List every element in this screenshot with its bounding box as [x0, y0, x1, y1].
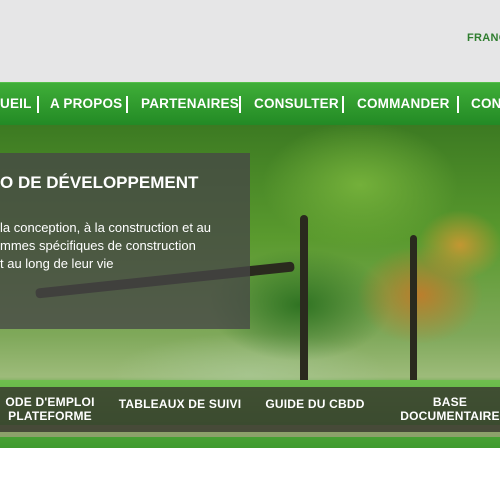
quick-link-label: GUIDE DU CBDD [265, 397, 365, 411]
quick-link-guide-cbdd[interactable]: GUIDE DU CBDD [260, 387, 370, 442]
hero-text-line: t au long de leur vie [0, 256, 114, 271]
nav-separator [37, 96, 39, 113]
quick-link-base-documentaire[interactable]: BASE DOCUMENTAIRE [400, 387, 500, 440]
nav-item-a-propos[interactable]: A PROPOS [50, 83, 122, 125]
quick-link-label: PLATEFORME [8, 409, 92, 423]
quick-link-tableaux-de-suivi[interactable]: TABLEAUX DE SUIVI [110, 387, 250, 442]
nav-separator [342, 96, 344, 113]
hero-text-line: mmes spécifiques de construction [0, 238, 196, 253]
tree-trunk [300, 215, 308, 385]
nav-item-commander[interactable]: COMMANDER [357, 83, 450, 125]
quick-link-label: BASE [432, 395, 468, 409]
quick-link-mode-emploi[interactable]: ODE D'EMPLOI PLATEFORME [0, 387, 100, 440]
language-selector[interactable]: FRANÇ [467, 32, 500, 44]
hero-title: O DE DÉVELOPPEMENT [0, 173, 199, 192]
quick-link-label: DOCUMENTAIRE [400, 409, 500, 423]
top-header: FRANÇ [0, 0, 500, 82]
hero-text-line: la conception, à la construction et au [0, 220, 212, 235]
quick-link-label: ODE D'EMPLOI [5, 395, 95, 409]
nav-separator [239, 96, 241, 113]
nav-item-consulter[interactable]: CONSULTER [254, 83, 339, 125]
hero-description: la conception, à la construction et au m… [0, 219, 250, 273]
hero-caption: O DE DÉVELOPPEMENT la conception, à la c… [0, 153, 250, 329]
main-nav: UEIL A PROPOS PARTENAIRES CONSULTER COMM… [0, 82, 500, 125]
tree-trunk [410, 235, 417, 385]
quick-links-bar: ODE D'EMPLOI PLATEFORME TABLEAUX DE SUIV… [0, 387, 500, 432]
hero-banner: O DE DÉVELOPPEMENT la conception, à la c… [0, 125, 500, 448]
quick-link-label: TABLEAUX DE SUIVI [118, 397, 242, 411]
nav-item-partenaires[interactable]: PARTENAIRES [141, 83, 239, 125]
nav-item-contact[interactable]: CONS [471, 83, 500, 125]
nav-separator [126, 96, 128, 113]
nav-item-accueil[interactable]: UEIL [0, 83, 32, 125]
nav-separator [457, 96, 459, 113]
